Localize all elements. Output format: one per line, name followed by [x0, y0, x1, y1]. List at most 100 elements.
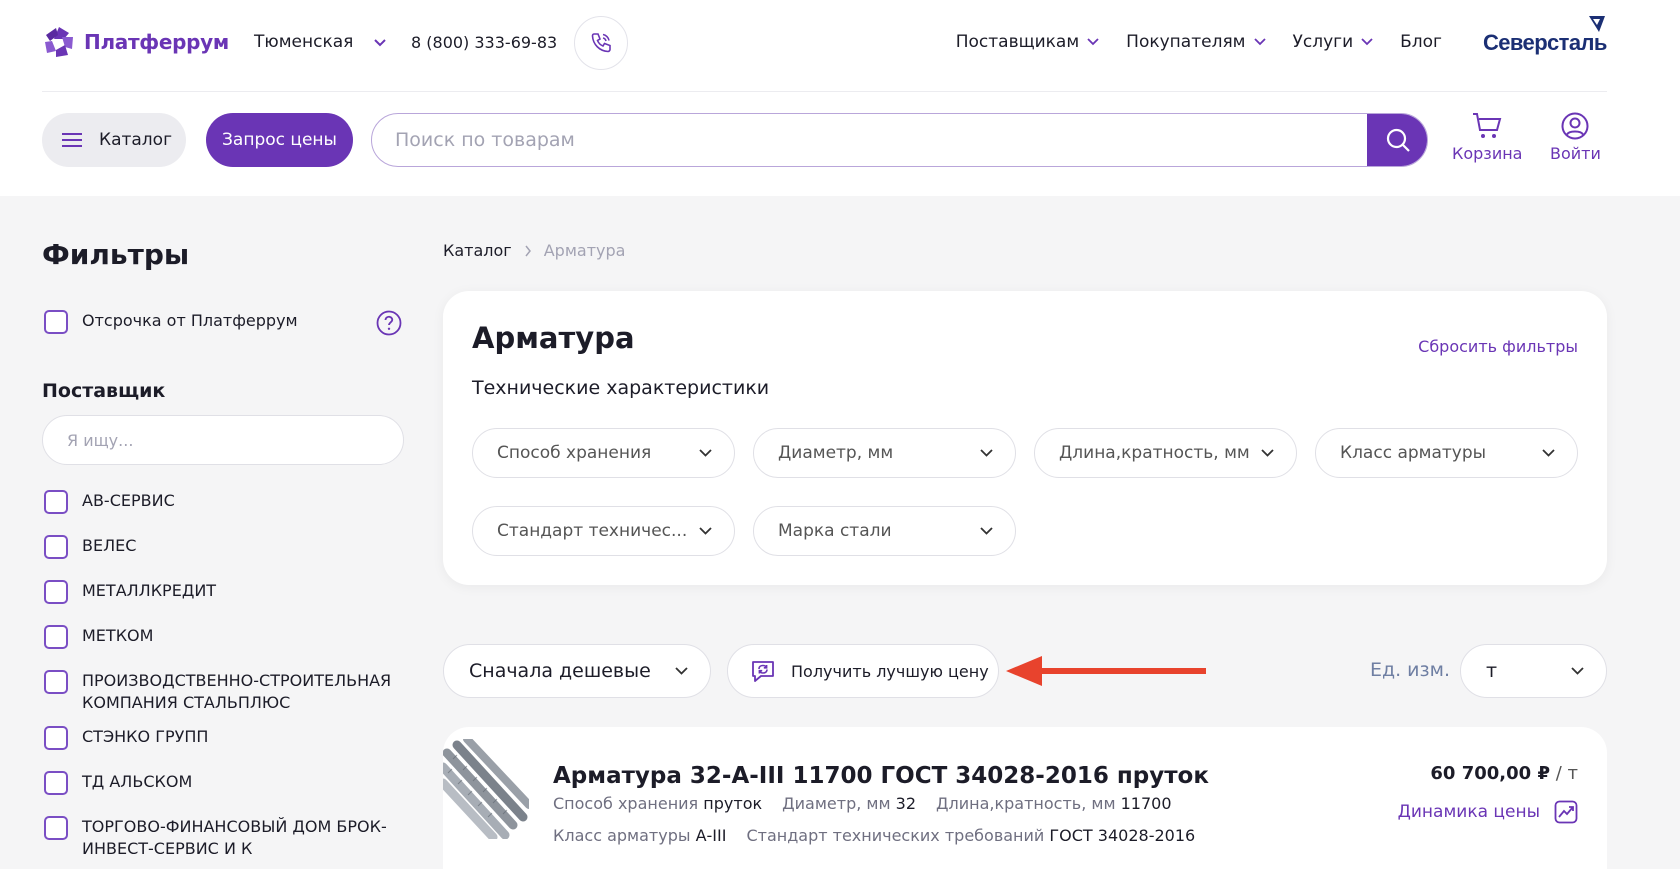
login-label: Войти: [1550, 144, 1601, 163]
product-attr: Класс арматуры А-III: [553, 826, 726, 845]
phone-call-icon: [591, 33, 611, 53]
chevron-down-icon: [699, 527, 712, 535]
price-dynamics-link[interactable]: Динамика цены: [1398, 800, 1578, 824]
attr-value: 32: [895, 794, 916, 813]
product-attr: Способ хранения пруток: [553, 794, 762, 813]
supplier-label: АВ-СЕРВИС: [82, 491, 175, 510]
catalog-button[interactable]: Каталог: [42, 113, 186, 167]
chevron-down-icon: [1571, 667, 1584, 675]
attr-value: 11700: [1120, 794, 1172, 813]
checkbox-box: [44, 580, 68, 604]
attr-value: А-III: [695, 826, 727, 845]
supplier-checkbox[interactable]: ПРОИЗВОДСТВЕННО-СТРОИТЕЛЬНАЯ КОМПАНИЯ СТ…: [44, 670, 414, 714]
supplier-checkbox[interactable]: АВ-СЕРВИС: [44, 490, 175, 514]
product-attrs-row: Способ хранения пруток Диаметр, мм 32 Дл…: [553, 794, 1172, 813]
city-selector[interactable]: Тюменская: [254, 32, 387, 52]
sort-row: Сначала дешевые Получить лучшую цену Ед.…: [443, 644, 1607, 698]
toolbar-row: Каталог Запрос цены Корзина Войти: [42, 112, 1607, 168]
supplier-checkbox[interactable]: ТД АЛЬСКОМ: [44, 771, 192, 795]
product-name-link[interactable]: Арматура 32-А-III 11700 ГОСТ 34028-2016 …: [553, 763, 1209, 789]
filter-steel-grade[interactable]: Марка стали: [753, 506, 1016, 556]
reset-filters-link[interactable]: Сбросить фильтры: [1418, 337, 1578, 356]
chevron-down-icon: [1253, 38, 1266, 46]
catalog-button-label: Каталог: [99, 130, 173, 150]
chevron-down-icon: [1261, 449, 1274, 457]
page-title: Арматура: [472, 321, 635, 355]
nav-label: Поставщикам: [955, 32, 1080, 52]
nav-buyers[interactable]: Покупателям: [1126, 32, 1266, 52]
supplier-label: ТД АЛЬСКОМ: [82, 772, 193, 791]
supplier-search-input[interactable]: [42, 415, 404, 465]
best-price-label: Получить лучшую цену: [791, 661, 989, 681]
nav-suppliers[interactable]: Поставщикам: [956, 32, 1099, 52]
price-request-button[interactable]: Запрос цены: [206, 113, 353, 167]
price-dynamics-label: Динамика цены: [1397, 802, 1540, 822]
filter-rebar-class[interactable]: Класс арматуры: [1315, 428, 1578, 478]
nav-label: Покупателям: [1126, 32, 1246, 52]
nav-label: Блог: [1400, 32, 1442, 52]
supplier-checkbox[interactable]: ВЕЛЕС: [44, 535, 136, 559]
attr-key: Диаметр, мм: [782, 794, 891, 813]
filter-length[interactable]: Длина,кратность, мм: [1034, 428, 1297, 478]
price-refresh-icon: [752, 661, 774, 682]
chevron-down-icon: [1542, 449, 1555, 457]
product-attr: Диаметр, мм 32: [782, 794, 916, 813]
checkbox-box: [44, 490, 68, 514]
supplier-label: ВЕЛЕС: [82, 536, 137, 555]
cart-button[interactable]: Корзина: [1452, 112, 1522, 163]
deferral-label: Отсрочка от Платферрум: [82, 311, 298, 330]
checkbox-box: [44, 670, 68, 694]
help-icon[interactable]: [376, 310, 402, 336]
price-unit: / т: [1555, 763, 1578, 784]
attr-key: Стандарт технических требований: [746, 826, 1045, 845]
severstal-logo[interactable]: Северсталь: [1483, 14, 1607, 62]
phone-number[interactable]: 8 (800) 333-69-83: [411, 33, 557, 52]
supplier-checkbox[interactable]: МЕТКОМ: [44, 625, 153, 649]
login-button[interactable]: Войти: [1550, 112, 1601, 163]
sort-select[interactable]: Сначала дешевые: [443, 644, 711, 698]
product-attr: Длина,кратность, мм 11700: [936, 794, 1172, 813]
platferrum-logo-icon: [45, 27, 73, 57]
supplier-label: СТЭНКО ГРУПП: [82, 727, 209, 746]
supplier-checkbox[interactable]: ТОРГОВО-ФИНАНСОВЫЙ ДОМ БРОК-ИНВЕСТ-СЕРВИ…: [44, 816, 414, 860]
nav-blog[interactable]: Блог: [1400, 32, 1442, 52]
search-input[interactable]: [372, 114, 1362, 166]
chevron-down-icon: [980, 527, 993, 535]
site-header: Платферрум Тюменская 8 (800) 333-69-83 П…: [0, 0, 1680, 196]
breadcrumb-current: Арматура: [543, 241, 626, 260]
filter-storage-method[interactable]: Способ хранения: [472, 428, 735, 478]
unit-select[interactable]: т: [1460, 644, 1607, 698]
supplier-title: Поставщик: [42, 380, 166, 402]
chevron-down-icon: [374, 38, 387, 46]
supplier-checkbox[interactable]: МЕТАЛЛКРЕДИТ: [44, 580, 216, 604]
checkbox-box: [44, 310, 68, 334]
rebar-product-image[interactable]: [443, 739, 529, 839]
breadcrumb-catalog[interactable]: Каталог: [443, 241, 512, 260]
deferral-checkbox[interactable]: Отсрочка от Платферрум: [44, 310, 298, 334]
best-price-button[interactable]: Получить лучшую цену: [727, 644, 999, 698]
attr-value: ГОСТ 34028-2016: [1049, 826, 1196, 845]
checkbox-box: [44, 535, 68, 559]
attr-key: Способ хранения: [553, 794, 699, 813]
nav-services[interactable]: Услуги: [1293, 32, 1374, 52]
attr-key: Класс арматуры: [553, 826, 691, 845]
tech-specs-subtitle: Технические характеристики: [472, 377, 770, 399]
checkbox-box: [44, 771, 68, 795]
product-price: 60 700,00 ₽ / т: [1430, 763, 1578, 784]
cart-label: Корзина: [1452, 144, 1523, 163]
product-attrs-row: Класс арматуры А-III Стандарт технически…: [553, 826, 1195, 845]
logo-text: Платферрум: [84, 30, 229, 54]
call-button[interactable]: [574, 16, 628, 70]
sort-value: Сначала дешевые: [469, 660, 651, 682]
filter-diameter[interactable]: Диаметр, мм: [753, 428, 1016, 478]
platferrum-logo[interactable]: Платферрум: [42, 25, 229, 59]
filters-title: Фильтры: [42, 238, 190, 271]
user-icon: [1561, 112, 1589, 140]
checkbox-box: [44, 726, 68, 750]
main-nav: Поставщикам Покупателям Услуги Блог: [956, 32, 1442, 52]
checkbox-box: [44, 816, 68, 840]
filter-tech-standard[interactable]: Стандарт техничес...: [472, 506, 735, 556]
supplier-checkbox[interactable]: СТЭНКО ГРУПП: [44, 726, 208, 750]
select-label: Диаметр, мм: [778, 443, 894, 463]
search-button[interactable]: [1367, 114, 1427, 166]
